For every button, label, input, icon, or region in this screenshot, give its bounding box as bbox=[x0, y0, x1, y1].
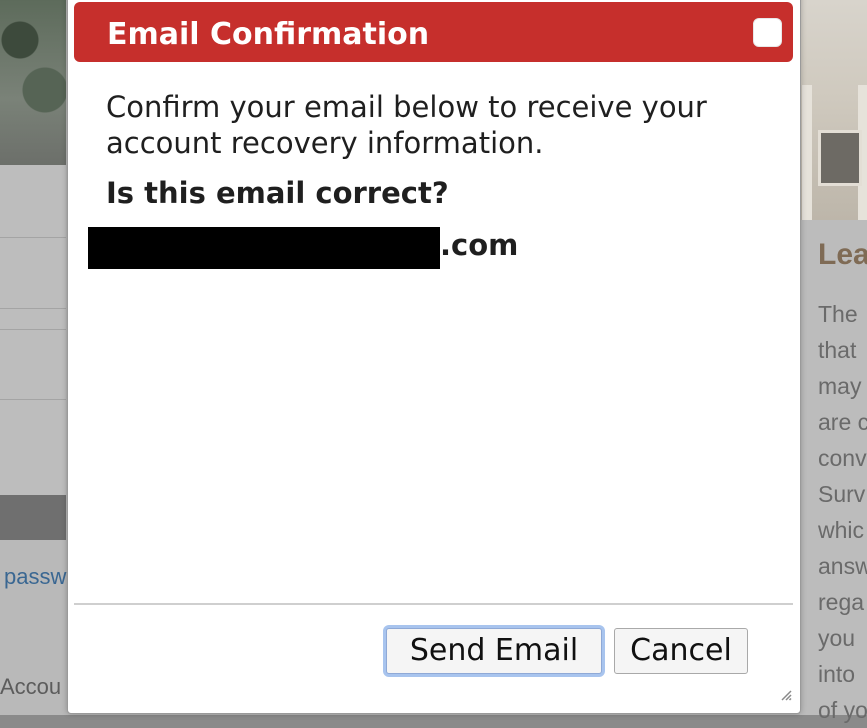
background-text-line: you bbox=[818, 625, 856, 651]
send-email-button[interactable]: Send Email bbox=[386, 628, 602, 674]
dialog-question: Is this email correct? bbox=[106, 176, 449, 210]
background-text-line: into bbox=[818, 661, 856, 687]
email-confirmation-dialog: Email Confirmation Confirm your email be… bbox=[67, 0, 801, 714]
dialog-content: Confirm your email below to receive your… bbox=[106, 89, 766, 211]
background-text-line: Surv bbox=[818, 481, 866, 507]
background-text-line: The bbox=[818, 301, 858, 327]
dialog-title-bar: Email Confirmation bbox=[74, 2, 793, 62]
background-right-text: The that may are c conv Surv whic answ rega you in… bbox=[818, 296, 867, 728]
email-domain-suffix: .com bbox=[440, 228, 519, 262]
background-row-divider bbox=[0, 329, 66, 330]
background-photo-right bbox=[800, 0, 867, 220]
background-row-divider bbox=[0, 399, 66, 400]
background-text-line: may bbox=[818, 373, 862, 399]
background-column bbox=[802, 85, 812, 220]
background-row-divider bbox=[0, 308, 66, 309]
background-text-line: that bbox=[818, 337, 857, 363]
background-dark-bar bbox=[0, 495, 66, 540]
background-text-line: rega bbox=[818, 589, 865, 615]
background-text-line: whic bbox=[818, 517, 865, 543]
email-redaction-block bbox=[88, 227, 440, 269]
background-left-list bbox=[0, 165, 66, 495]
dialog-button-divider bbox=[74, 603, 793, 605]
close-icon[interactable] bbox=[753, 18, 782, 47]
background-text-line: of yo bbox=[818, 697, 867, 723]
resize-grip-icon[interactable] bbox=[780, 689, 792, 701]
background-photo-left bbox=[0, 0, 66, 165]
dialog-title: Email Confirmation bbox=[107, 17, 430, 52]
background-row-divider bbox=[0, 237, 66, 238]
background-window bbox=[818, 130, 862, 186]
dialog-message: Confirm your email below to receive your… bbox=[106, 90, 707, 160]
background-right-heading: Lea bbox=[818, 238, 867, 271]
background-text-line: conv bbox=[818, 445, 867, 471]
email-display: .com bbox=[88, 227, 518, 273]
background-text-line: answ bbox=[818, 553, 867, 579]
cancel-button[interactable]: Cancel bbox=[614, 628, 748, 674]
background-text-line: are c bbox=[818, 409, 867, 435]
background-account-text: Accou bbox=[0, 674, 62, 699]
background-password-link: passw bbox=[4, 564, 67, 589]
